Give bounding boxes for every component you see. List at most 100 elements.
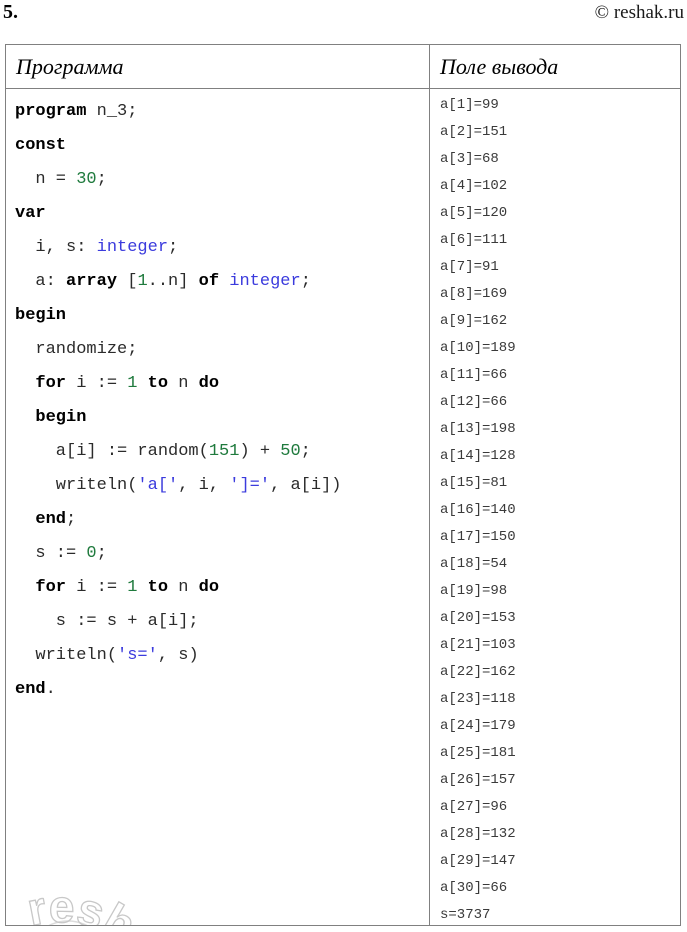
code-token-num: 50 [280, 442, 301, 461]
code-line: end. [15, 673, 341, 707]
code-token-pl: ; [168, 238, 179, 257]
column-header-output: Поле вывода [440, 54, 559, 79]
output-line: a[28]=132 [440, 826, 516, 842]
output-line: a[14]=128 [440, 448, 516, 464]
code-line: n = 30; [15, 163, 341, 197]
code-token-pl: a[i] := random( [15, 442, 209, 461]
code-token-num: 1 [127, 374, 138, 393]
output-line: a[10]=189 [440, 340, 516, 356]
output-line: a[16]=140 [440, 502, 516, 518]
output-line: a[3]=68 [440, 151, 499, 167]
svg-text:reshak.ru: reshak.ru [20, 815, 199, 925]
code-token-num: 1 [127, 578, 138, 597]
code-token-pl: ..n] [147, 272, 199, 291]
code-token-pl: i := [66, 374, 128, 393]
code-token-pl: [ [117, 272, 138, 291]
code-line: s := 0; [15, 537, 341, 571]
output-line: a[27]=96 [440, 799, 508, 815]
code-token-num: 0 [86, 544, 97, 563]
output-line: a[6]=111 [440, 232, 508, 248]
output-line: a[15]=81 [440, 475, 508, 491]
output-line: a[18]=54 [440, 556, 508, 572]
code-token-pl: writeln( [15, 646, 118, 665]
output-line: a[8]=169 [440, 286, 508, 302]
output-line: a[24]=179 [440, 718, 516, 734]
code-token-kw: program [15, 102, 87, 121]
code-token-kw: end [15, 680, 46, 699]
code-token-pl: ; [300, 272, 311, 291]
code-token-pl: ; [96, 170, 107, 189]
output-line: a[19]=98 [440, 583, 508, 599]
program-code-cell: program n_3; const n = 30; var i, s: integ… [6, 89, 429, 925]
code-token-kw: to [147, 578, 169, 597]
code-token-kw: begin [15, 306, 67, 325]
output-line: a[17]=150 [440, 529, 516, 545]
code-token-pl: , i, [178, 476, 230, 495]
site-copyright: © reshak.ru [594, 2, 684, 23]
code-token-pl: i, s: [15, 238, 97, 257]
code-token-kw: for [35, 374, 67, 393]
code-token-str: 'a[' [137, 476, 179, 495]
table-header-row: Программа Поле вывода [6, 45, 680, 89]
code-token-pl: ; [96, 544, 107, 563]
code-token-kw: do [198, 374, 220, 393]
code-line: begin [15, 299, 341, 333]
code-token-kw: array [66, 272, 118, 291]
output-line: a[29]=147 [440, 853, 516, 869]
code-line: a[i] := random(151) + 50; [15, 435, 341, 469]
code-token-pl: s := [15, 544, 87, 563]
program-output-table: Программа Поле вывода program n_3; const … [5, 44, 681, 926]
code-token-pl: writeln( [15, 476, 138, 495]
task-number: 5. [3, 1, 18, 23]
code-token-str: ']=' [229, 476, 271, 495]
code-line: i, s: integer; [15, 231, 341, 265]
output-line: a[2]=151 [440, 124, 508, 140]
output-line: a[30]=66 [440, 880, 508, 896]
code-line: for i := 1 to n do [15, 367, 341, 401]
code-line: const [15, 129, 341, 163]
code-line: end; [15, 503, 341, 537]
code-line: program n_3; [15, 95, 341, 129]
output-line: a[21]=103 [440, 637, 516, 653]
code-token-pl: n = [15, 170, 77, 189]
code-line: var [15, 197, 341, 231]
output-line: a[26]=157 [440, 772, 516, 788]
output-line: a[22]=162 [440, 664, 516, 680]
code-token-pl: a: [15, 272, 67, 291]
code-token-typ: integer [229, 272, 301, 291]
code-line: begin [15, 401, 341, 435]
code-token-pl: n [168, 374, 199, 393]
code-token-kw: begin [35, 408, 87, 427]
code-line: writeln('s=', s) [15, 639, 341, 673]
code-token-kw: const [15, 136, 67, 155]
column-header-program: Программа [16, 54, 124, 79]
code-line: a: array [1..n] of integer; [15, 265, 341, 299]
code-line: writeln('a[', i, ']=', a[i]) [15, 469, 342, 503]
code-token-num: 151 [208, 442, 240, 461]
code-token-num: 30 [76, 170, 97, 189]
output-line: a[9]=162 [440, 313, 508, 329]
code-token-num: 1 [137, 272, 148, 291]
header-column-divider [429, 45, 430, 88]
pascal-code-listing: program n_3; const n = 30; var i, s: integ… [15, 95, 341, 707]
output-line: a[7]=91 [440, 259, 499, 275]
code-line: randomize; [15, 333, 341, 367]
code-token-kw: for [35, 578, 67, 597]
code-token-pl: , s) [157, 646, 199, 665]
output-line: a[5]=120 [440, 205, 508, 221]
output-line: a[1]=99 [440, 97, 499, 113]
code-token-pl: randomize; [15, 340, 138, 359]
code-token-pl: s := s + a[i]; [15, 612, 199, 631]
output-line: a[11]=66 [440, 367, 508, 383]
code-token-kw: of [198, 272, 220, 291]
output-line: a[4]=102 [440, 178, 508, 194]
output-line: a[25]=181 [440, 745, 516, 761]
output-field-cell: a[1]=99 a[2]=151 a[3]=68 a[4]=102 a[5]=120 a[… [430, 89, 681, 925]
output-line: s=3737 [440, 907, 491, 923]
